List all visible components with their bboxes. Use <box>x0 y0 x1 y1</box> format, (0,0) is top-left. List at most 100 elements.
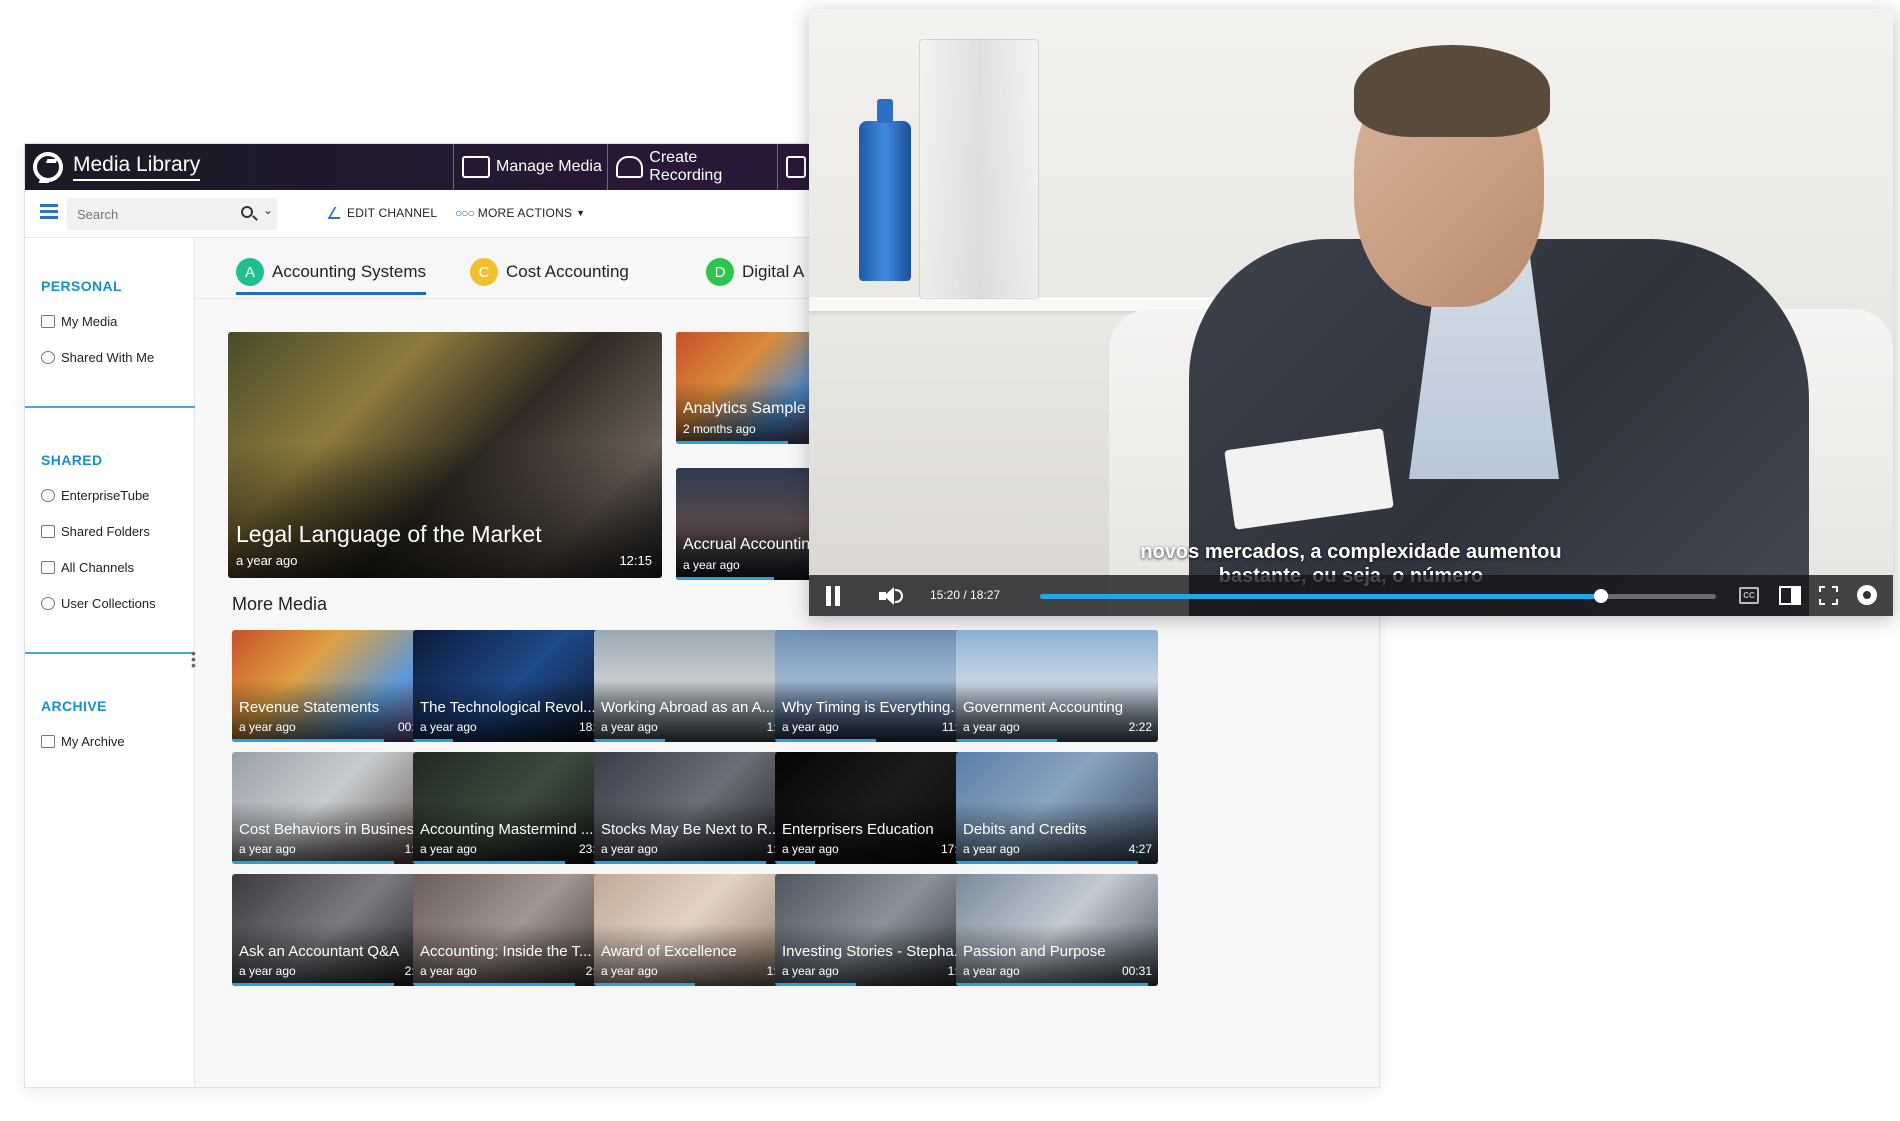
sidebar-divider <box>25 406 195 408</box>
sidebar-item-all-channels[interactable]: All Channels <box>41 560 134 575</box>
media-duration: 12:15 <box>619 553 652 568</box>
media-card[interactable]: Passion and Purpose a year ago 00:31 <box>956 874 1158 986</box>
media-age: a year ago <box>782 842 839 856</box>
sidebar-item-label: My Archive <box>61 734 125 749</box>
pencil-icon <box>327 207 347 219</box>
pause-icon[interactable] <box>825 586 841 606</box>
media-age: a year ago <box>601 720 658 734</box>
media-card[interactable]: Enterprisers Educationa year ago17:46 <box>775 752 977 864</box>
closed-captions-button[interactable]: CC <box>1739 587 1759 604</box>
media-title: Stocks May Be Next to R... <box>601 821 781 838</box>
sidebar-item-shared-with-me[interactable]: Shared With Me <box>41 350 154 365</box>
watch-progress-bar <box>676 577 774 580</box>
media-card[interactable]: The Technological Revol...a year ago18:5… <box>413 630 615 742</box>
sidebar-item-my-archive[interactable]: My Archive <box>41 734 125 749</box>
side-featured-card[interactable]: Analytics Sample 2 months ago <box>676 332 816 444</box>
sidebar-item-label: Shared Folders <box>61 524 150 539</box>
tab-cost-accounting[interactable]: C Cost Accounting <box>470 258 629 286</box>
create-recording-button[interactable]: Create Recording <box>607 144 779 190</box>
media-age: a year ago <box>239 964 296 978</box>
hamburger-menu-icon[interactable] <box>40 204 58 220</box>
fullscreen-icon[interactable] <box>1819 586 1838 605</box>
search-input[interactable] <box>75 204 225 224</box>
sidebar-item-my-media[interactable]: My Media <box>41 314 117 329</box>
media-card[interactable]: Why Timing is Everything...a year ago11:… <box>775 630 977 742</box>
sidebar: PERSONAL My Media Shared With Me SHARED … <box>25 238 196 1087</box>
tab-accounting-systems[interactable]: A Accounting Systems <box>236 258 427 295</box>
media-card[interactable]: Government Accounting a year ago 2:22 <box>956 630 1158 742</box>
media-age: 2 months ago <box>683 422 756 436</box>
edit-channel-button[interactable]: EDIT CHANNEL <box>327 206 438 220</box>
app-logo-icon <box>33 152 63 182</box>
sidebar-item-label: EnterpriseTube <box>61 488 150 503</box>
side-featured-card[interactable]: Accrual Accountin a year ago <box>676 468 816 580</box>
media-age: a year ago <box>601 964 658 978</box>
folder-icon <box>41 525 55 538</box>
media-title: Cost Behaviors in Business <box>239 821 422 838</box>
media-duration: 2:22 <box>1128 720 1152 734</box>
app-title[interactable]: Media Library <box>73 153 201 181</box>
layout-toggle-icon[interactable] <box>1779 586 1801 605</box>
watch-progress-bar <box>594 861 766 864</box>
media-title: Revenue Statements <box>239 699 380 716</box>
video-frame-bottle <box>859 99 911 281</box>
media-title: Accounting Mastermind ... <box>420 821 594 838</box>
media-age: a year ago <box>420 842 477 856</box>
user-icon <box>41 597 55 610</box>
media-card[interactable]: Revenue Statementsa year ago00:33 <box>232 630 434 742</box>
settings-gear-icon[interactable] <box>1857 585 1877 605</box>
tab-label: Cost Accounting <box>506 262 629 281</box>
sidebar-item-label: My Media <box>61 314 118 329</box>
media-age: a year ago <box>239 720 296 734</box>
media-title: Investing Stories - Stepha... <box>782 943 967 960</box>
player-controls: 15:20 / 18:27 CC <box>809 575 1893 616</box>
media-title: Enterprisers Education <box>782 821 934 838</box>
manage-media-button[interactable]: Manage Media <box>453 144 613 190</box>
video-player[interactable]: novos mercados, a complexidade aumentou … <box>809 9 1893 616</box>
media-card[interactable]: Ask an Accountant Q&Aa year ago2:24 <box>232 874 434 986</box>
channel-badge-d: D <box>706 258 734 286</box>
globe-icon <box>41 489 55 502</box>
chevron-down-icon[interactable]: ⌄ <box>263 203 273 217</box>
sidebar-item-enterprisetube[interactable]: EnterpriseTube <box>41 488 149 503</box>
video-frame-vase <box>919 39 1039 299</box>
tab-label: Accounting Systems <box>272 262 427 281</box>
caption-line: novos mercados, a complexidade aumentou <box>1140 541 1562 563</box>
media-title: Accounting: Inside the T... <box>420 943 592 960</box>
sidebar-item-shared-folders[interactable]: Shared Folders <box>41 524 150 539</box>
media-card[interactable]: Stocks May Be Next to R...a year ago1:13 <box>594 752 796 864</box>
search-icon[interactable] <box>241 206 253 218</box>
media-age: a year ago <box>963 964 1020 978</box>
media-age: a year ago <box>601 842 658 856</box>
media-title: Ask an Accountant Q&A <box>239 943 400 960</box>
share-icon <box>41 351 55 364</box>
featured-media-card[interactable]: Legal Language of the Market a year ago … <box>228 332 662 578</box>
media-title: Why Timing is Everything... <box>782 699 963 716</box>
media-duration: 4:27 <box>1128 842 1152 856</box>
film-icon <box>462 156 490 178</box>
media-card[interactable]: Cost Behaviors in Businessa year ago1:58 <box>232 752 434 864</box>
seek-bar[interactable] <box>1040 589 1716 603</box>
media-title: Award of Excellence <box>601 943 737 960</box>
tab-label: Digital A <box>742 262 805 281</box>
sidebar-item-user-collections[interactable]: User Collections <box>41 596 156 611</box>
create-recording-label: Create Recording <box>649 149 723 184</box>
seek-handle[interactable] <box>1594 589 1609 603</box>
media-card[interactable]: Accounting: Inside the T...a year ago2:5… <box>413 874 615 986</box>
channels-icon <box>41 561 55 574</box>
media-card[interactable]: Debits and Credits a year ago 4:27 <box>956 752 1158 864</box>
more-actions-button[interactable]: ○○○ MORE ACTIONS ▼ <box>455 206 585 220</box>
sidebar-heading-shared: SHARED <box>41 452 103 468</box>
media-card[interactable]: Award of Excellencea year ago1:00 <box>594 874 796 986</box>
media-card[interactable]: Investing Stories - Stepha...a year ago1… <box>775 874 977 986</box>
media-card[interactable]: Accounting Mastermind ...a year ago23:18 <box>413 752 615 864</box>
watch-progress-bar <box>413 861 565 864</box>
media-title: The Technological Revol... <box>420 699 596 716</box>
channel-badge-c: C <box>470 258 498 286</box>
watch-progress-bar <box>232 983 394 986</box>
video-frame-hair <box>1354 45 1550 137</box>
media-age: a year ago <box>782 720 839 734</box>
edit-channel-label: EDIT CHANNEL <box>347 206 438 220</box>
media-card[interactable]: Working Abroad as an A...a year ago1:03 <box>594 630 796 742</box>
tab-digital[interactable]: D Digital A <box>706 258 804 286</box>
